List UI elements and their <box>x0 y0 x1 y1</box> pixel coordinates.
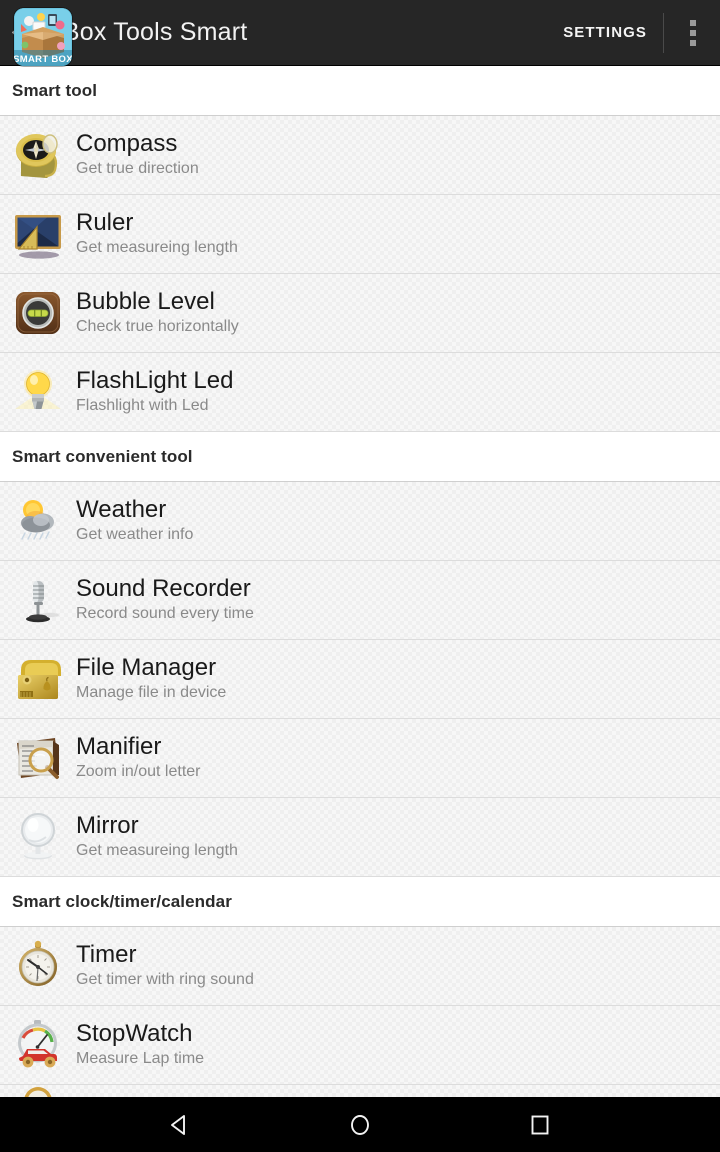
file-manager-icon <box>0 640 76 719</box>
timer-icon <box>0 927 76 1006</box>
stopwatch-icon <box>0 1006 76 1085</box>
compass-icon <box>0 116 76 195</box>
list-item-text: Ruler Get measureing length <box>76 210 238 257</box>
section-header-smart-convenient-tool: Smart convenient tool <box>0 432 720 482</box>
list-item-manifier[interactable]: Manifier Zoom in/out letter <box>0 719 720 798</box>
overflow-dot <box>690 39 696 46</box>
mirror-icon <box>0 798 76 877</box>
list-item-mirror[interactable]: Mirror Get measureing length <box>0 798 720 877</box>
flashlight-icon <box>0 353 76 432</box>
clock-icon <box>0 1085 76 1097</box>
weather-icon <box>0 482 76 561</box>
list-item-text: Mirror Get measureing length <box>76 813 238 860</box>
list-item-bubble-level[interactable]: Bubble Level Check true horizontally <box>0 274 720 353</box>
list-item-partial[interactable] <box>0 1085 720 1097</box>
list-item-text: Weather Get weather info <box>76 497 193 544</box>
actionbar-divider <box>663 12 664 53</box>
list-item-text: Bubble Level Check true horizontally <box>76 289 239 336</box>
list-item-title: Manifier <box>76 733 162 761</box>
section-header-smart-tool: Smart tool <box>0 66 720 116</box>
nav-home-button[interactable] <box>325 1097 395 1152</box>
list-item-title: Mirror <box>76 812 139 840</box>
list-item-title: Bubble Level <box>76 288 215 316</box>
list-item-text: Manifier Zoom in/out letter <box>76 734 201 781</box>
app-title: ABox Tools Smart <box>46 18 248 46</box>
overflow-dot <box>690 29 696 36</box>
list-item-title: Timer <box>76 941 137 969</box>
list-item-weather[interactable]: Weather Get weather info <box>0 482 720 561</box>
list-item-text: Sound Recorder Record sound every time <box>76 576 254 623</box>
list-item-ruler[interactable]: Ruler Get measureing length <box>0 195 720 274</box>
recents-square-icon <box>531 1115 549 1134</box>
overflow-menu-icon[interactable] <box>666 0 720 66</box>
action-bar: ‹ SMART BOX <box>0 0 720 66</box>
list-item-subtitle: Get timer with ring sound <box>76 971 254 989</box>
microphone-icon <box>0 561 76 640</box>
list-item-file-manager[interactable]: File Manager Manage file in device <box>0 640 720 719</box>
list-item-title: FlashLight Led <box>76 367 234 395</box>
overflow-dot <box>690 19 696 26</box>
list-item-title: Sound Recorder <box>76 575 251 603</box>
list-item-title: Ruler <box>76 209 134 237</box>
list-item-text: Compass Get true direction <box>76 131 199 178</box>
app-logo[interactable]: SMART BOX <box>14 8 72 66</box>
settings-button[interactable]: SETTINGS <box>549 24 661 41</box>
list-item-subtitle: Manage file in device <box>76 684 227 702</box>
list-item-subtitle: Record sound every time <box>76 605 254 623</box>
list-item-subtitle: Flashlight with Led <box>76 397 209 415</box>
list-item-subtitle: Get weather info <box>76 526 194 544</box>
list-item-text: StopWatch Measure Lap time <box>76 1021 204 1068</box>
list-item-title: Weather <box>76 496 167 524</box>
list-item-flashlight[interactable]: FlashLight Led Flashlight with Led <box>0 353 720 432</box>
list-item-title: Compass <box>76 130 178 158</box>
list-item-title: StopWatch <box>76 1020 193 1048</box>
list-item-subtitle: Get true direction <box>76 160 199 178</box>
nav-recents-button[interactable] <box>505 1097 575 1152</box>
system-navigation-bar <box>0 1097 720 1152</box>
home-circle-icon <box>351 1114 369 1135</box>
list-item-subtitle: Get measureing length <box>76 239 238 257</box>
list-item-text: File Manager Manage file in device <box>76 655 226 702</box>
list-item-subtitle: Zoom in/out letter <box>76 763 201 781</box>
section-header-label: Smart clock/timer/calendar <box>12 891 232 911</box>
magnifier-icon <box>0 719 76 798</box>
section-header-smart-clock-timer-calendar: Smart clock/timer/calendar <box>0 877 720 927</box>
list-item-stopwatch[interactable]: StopWatch Measure Lap time <box>0 1006 720 1085</box>
svg-text:SMART BOX: SMART BOX <box>14 54 72 65</box>
back-triangle-icon <box>171 1114 185 1135</box>
bubble-level-icon <box>0 274 76 353</box>
section-header-label: Smart convenient tool <box>12 446 193 466</box>
list-item-timer[interactable]: Timer Get timer with ring sound <box>0 927 720 1006</box>
list-item-subtitle: Get measureing length <box>76 842 238 860</box>
nav-back-button[interactable] <box>145 1097 215 1152</box>
list-item-title: File Manager <box>76 654 217 682</box>
list-item-compass[interactable]: Compass Get true direction <box>0 116 720 195</box>
ruler-icon <box>0 195 76 274</box>
list-item-text: FlashLight Led Flashlight with Led <box>76 368 233 415</box>
list-item-text: Timer Get timer with ring sound <box>76 942 254 989</box>
tools-list[interactable]: Smart tool Compass Get true direction Ru… <box>0 66 720 1097</box>
list-item-sound-recorder[interactable]: Sound Recorder Record sound every time <box>0 561 720 640</box>
smart-box-logo-icon: SMART BOX <box>14 8 72 66</box>
app-screen: ‹ SMART BOX <box>0 0 720 1152</box>
section-header-label: Smart tool <box>12 80 98 100</box>
list-item-subtitle: Measure Lap time <box>76 1050 205 1068</box>
list-item-subtitle: Check true horizontally <box>76 318 239 336</box>
